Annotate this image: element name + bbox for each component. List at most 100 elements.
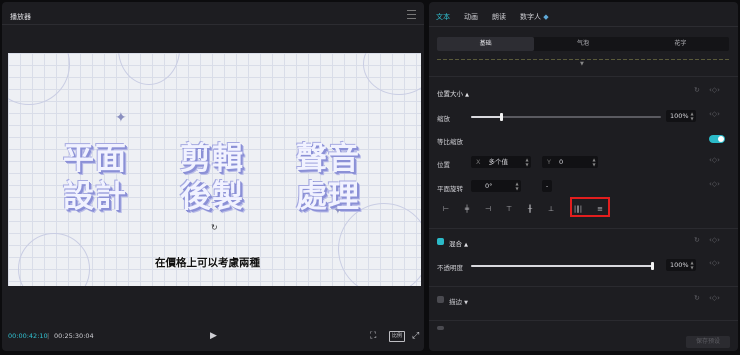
keyframe-icon[interactable]: ‹◇› [709,156,720,164]
decor-swirl [18,233,90,286]
headline-word: 處理 [296,179,360,215]
scale-slider[interactable] [471,113,661,121]
rotate-handle-icon[interactable]: ↻ [211,223,218,232]
expand-chevron-icon[interactable]: ▼ [580,61,584,67]
align-right-icon[interactable]: ⊣ [483,204,493,214]
position-label: 位置 [437,161,450,169]
section-position-size[interactable]: 位置大小 ▲ [437,88,469,98]
decor-swirl [118,53,180,85]
decor-swirl [8,53,70,105]
tab-digital-human-label: 数字人 [520,13,541,21]
save-preset-button[interactable]: 保存预设 [686,336,730,348]
tab-animation[interactable]: 动画 [464,12,478,22]
stepper-icon[interactable]: ▲ ▼ [525,157,529,167]
total-timecode: 00:25:30:04 [54,332,94,340]
collapse-icon: ▲ [464,242,468,248]
stepper-icon[interactable]: ▲ ▼ [515,181,519,191]
rotation-flip-field[interactable]: - [542,180,552,192]
align-center-h-icon[interactable]: ╪ [462,204,472,214]
segment-fancy-text[interactable]: 花字 [632,37,729,51]
tab-read-aloud[interactable]: 朗读 [492,12,506,22]
video-preview[interactable]: ✦ ✦ 平面 設計 剪輯 後製 聲音 處理 ↻ 在價格上可以考慮兩種 [8,53,421,286]
segment-basic[interactable]: 基础 [437,37,535,51]
align-top-icon[interactable]: ⊤ [504,204,514,214]
headline-word: 設計 [63,179,127,215]
keyframe-icon[interactable]: ‹◇› [709,294,720,302]
next-section-checkbox[interactable] [437,326,444,330]
scale-label: 缩放 [437,115,450,123]
scale-value: 100% [670,112,689,120]
position-y-value: 0 [558,158,564,166]
style-segmented-control: 基础 气泡 花字 [437,37,729,51]
opacity-label: 不透明度 [437,264,463,272]
decor-swirl [363,53,421,95]
current-timecode: 00:00:42:10 [8,332,48,340]
align-bottom-icon[interactable]: ⊥ [546,204,556,214]
rotation-value: 0° [485,182,493,190]
play-icon[interactable]: ▶ [210,331,217,341]
align-left-icon[interactable]: ⊢ [441,204,451,214]
timecode-separator: | [47,332,50,340]
stepper-icon[interactable]: ▲ ▼ [690,111,694,121]
subtitle-text: 在價格上可以考慮兩種 [155,257,260,269]
opacity-slider-fill [471,265,652,267]
player-title: 播放器 [10,13,31,21]
keyframe-icon[interactable]: ‹◇› [709,86,720,94]
keyframe-icon[interactable]: ‹◇› [709,236,720,244]
x-axis-label: X [476,158,481,166]
divider [429,228,738,229]
section-blend[interactable]: 混合 ▲ [449,238,468,248]
scale-value-field[interactable]: 100% ▲ ▼ [666,110,696,122]
divider [429,26,738,27]
expand-icon: ▼ [464,300,468,306]
reset-icon[interactable]: ↻ [694,236,700,244]
divider [429,286,738,287]
align-middle-v-icon[interactable]: ╫ [525,204,535,214]
y-axis-label: Y [547,158,551,166]
preset-strip [437,59,729,60]
highlight-box [570,197,610,217]
section-blend-label: 混合 [449,240,462,248]
properties-panel: 文本 动画 朗读 数字人 ◆ 基础 气泡 花字 ▼ 位置大小 ▲ ↻ ‹◇› 缩… [429,2,738,351]
collapse-icon: ▲ [465,92,469,98]
divider [2,24,424,25]
position-y-field[interactable]: Y0 ▲ ▼ [542,156,598,168]
rotation-label: 平面旋转 [437,185,463,193]
keyframe-icon[interactable]: ‹◇› [709,180,720,188]
segment-bubble[interactable]: 气泡 [534,37,631,51]
stepper-icon[interactable]: ▲ ▼ [592,157,596,167]
scale-slider-fill [471,116,502,118]
tab-bar: 文本 动画 朗读 数字人 ◆ [436,12,549,22]
keyframe-icon[interactable]: ‹◇› [709,259,720,267]
ratio-button[interactable]: 比例 [389,331,405,342]
rotation-field[interactable]: 0° ▲ ▼ [471,180,521,192]
menu-icon[interactable] [407,10,416,19]
reset-icon[interactable]: ↻ [694,86,700,94]
scale-slider-knob[interactable] [499,113,503,121]
opacity-slider-knob[interactable] [650,262,654,270]
opacity-slider[interactable] [471,262,654,270]
section-position-label: 位置大小 [437,90,463,98]
position-x-value: 多个值 [488,158,508,166]
divider [429,320,738,321]
stroke-checkbox[interactable] [437,296,444,303]
fullscreen-icon[interactable]: ⤢ [412,331,419,341]
sparkle-icon: ✦ [115,110,127,126]
tab-text[interactable]: 文本 [436,12,450,22]
opacity-value-field[interactable]: 100% ▲ ▼ [666,259,696,271]
uniform-scale-label: 等比缩放 [437,138,463,146]
diamond-icon: ◆ [543,13,549,21]
section-stroke-label: 描边 [449,298,462,306]
fit-screen-icon[interactable]: ⛶ [370,331,376,341]
tab-digital-human[interactable]: 数字人 ◆ [520,12,549,22]
position-x-field[interactable]: X 多个值 ▲ ▼ [471,156,531,168]
uniform-scale-toggle[interactable] [709,135,725,143]
reset-icon[interactable]: ↻ [694,294,700,302]
player-panel: 播放器 ✦ ✦ 平面 設計 剪輯 後製 聲音 處理 ↻ 在價格上可以考慮兩種 0… [2,2,424,351]
headline-word: 後製 [180,179,244,215]
keyframe-icon[interactable]: ‹◇› [709,110,720,118]
stepper-icon[interactable]: ▲ ▼ [690,260,694,270]
blend-checkbox[interactable] [437,238,444,245]
section-stroke[interactable]: 描边 ▼ [449,296,468,306]
divider [429,76,738,77]
